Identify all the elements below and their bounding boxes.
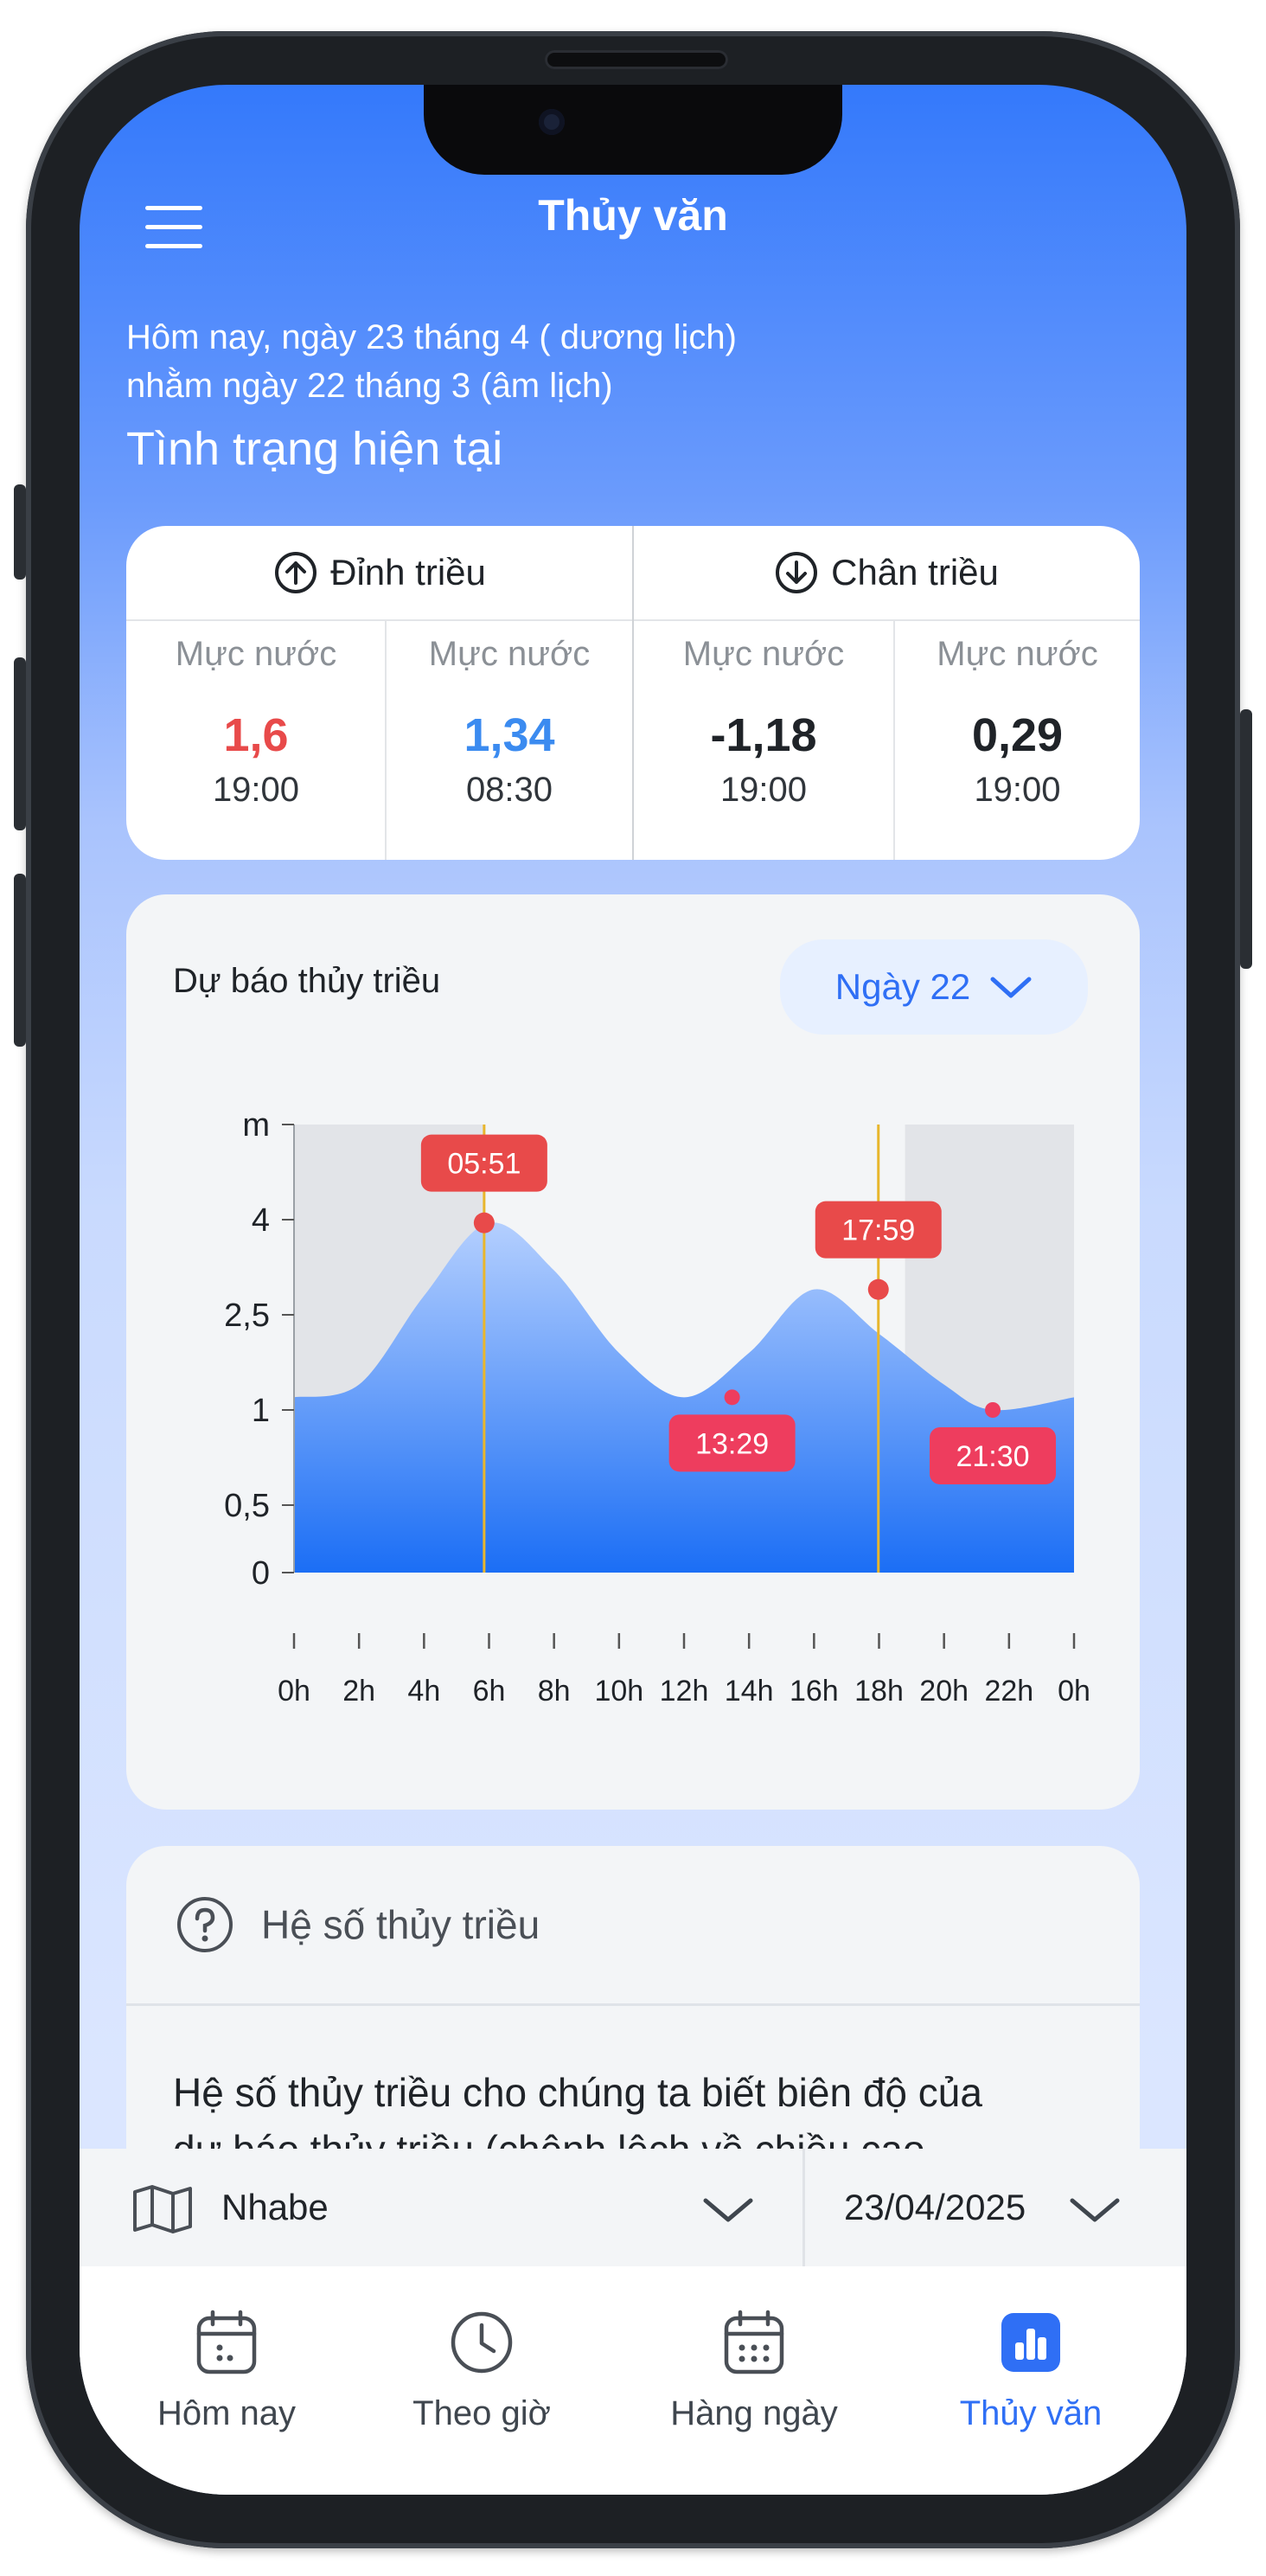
marker-dot (473, 1212, 495, 1234)
bottom-tab-bar: Hôm nay Theo giờ Hàng ngày Thủy văn (80, 2266, 1186, 2495)
bar-chart-icon (1001, 2313, 1060, 2372)
divider (802, 2149, 805, 2266)
tab-hydrology[interactable]: Thủy văn (901, 2310, 1160, 2433)
water-level-label: Mực nước (937, 635, 1098, 673)
tide-cell: Mực nước 1,6 19:00 (126, 621, 386, 860)
marker-label: 17:59 (841, 1214, 915, 1247)
x-tick-label: 12h (660, 1675, 709, 1708)
arrow-down-circle-icon (776, 552, 818, 593)
tab-label: Hôm nay (157, 2394, 297, 2432)
x-tick-label: 2h (342, 1675, 375, 1708)
tab-label: Theo giờ (412, 2394, 551, 2432)
x-tick-label: 16h (790, 1675, 839, 1708)
tide-time: 19:00 (212, 771, 300, 809)
low-tide-label: Chân triều (831, 552, 999, 593)
water-level-label: Mực nước (175, 635, 337, 673)
selected-date: 23/04/2025 (844, 2187, 1026, 2227)
coefficient-title: Hệ số thủy triều (261, 1902, 540, 1947)
marker-label: 21:30 (956, 1440, 1029, 1473)
menu-icon[interactable] (145, 206, 202, 263)
tide-cell: Mực nước 0,29 19:00 (895, 621, 1140, 860)
x-tick-label: 20h (919, 1675, 969, 1708)
help-circle-icon[interactable] (175, 1894, 235, 1955)
map-icon (133, 2185, 192, 2233)
marker-dot (867, 1278, 889, 1300)
water-level-value: -1,18 (710, 709, 817, 761)
calendar-icon (196, 2310, 257, 2374)
water-level-label: Mực nước (682, 635, 845, 673)
location-date-bar: Nhabe 23/04/2025 (80, 2149, 1186, 2266)
tide-chart: m 4 2,5 1 0,5 0 0h 2h 4h 6h 8h 10h 12h 14h 16h 18h 20h 22… (224, 1107, 1090, 1708)
water-level-value: 1,34 (464, 709, 555, 761)
x-tick-label: 10h (594, 1675, 643, 1708)
tide-time: 19:00 (719, 771, 808, 809)
tab-label: Hàng ngày (670, 2394, 838, 2432)
low-tide-header: Chân triều (633, 526, 1140, 619)
solar-date: Hôm nay, ngày 23 tháng 4 ( dương lịch) (126, 318, 737, 356)
lunar-date: nhằm ngày 22 tháng 3 (âm lịch) (126, 367, 613, 405)
x-tick-label: 6h (473, 1675, 506, 1708)
y-tick-label: 0,5 (224, 1488, 270, 1524)
x-tick-label: 4h (407, 1675, 440, 1708)
coefficient-text-line: Hệ số thủy triều cho chúng ta biết biên … (173, 2070, 982, 2115)
mute-switch (14, 484, 26, 580)
tide-time: 19:00 (974, 771, 1061, 809)
high-tide-label: Đỉnh triều (330, 552, 486, 593)
x-tick-label: 14h (725, 1675, 774, 1708)
high-tide-header: Đỉnh triều (126, 526, 633, 619)
divider (126, 2003, 1140, 2006)
y-tick-label: 2,5 (224, 1298, 270, 1334)
x-tick-label: 22h (984, 1675, 1033, 1708)
tab-daily[interactable]: Hàng ngày (616, 2310, 892, 2433)
x-tick-label: 18h (854, 1675, 904, 1708)
tide-forecast-panel: Dự báo thủy triều Ngày 22 m 4 2,5 1 0,5 0 0h 2h… (126, 894, 1140, 1810)
tab-label: Thủy văn (959, 2394, 1103, 2432)
y-tick-label: 0 (252, 1555, 270, 1592)
y-tick-label: 4 (252, 1202, 270, 1239)
water-level-label: Mực nước (428, 635, 591, 673)
chevron-down-icon (703, 2198, 753, 2222)
clock-icon (451, 2311, 513, 2374)
tab-today[interactable]: Hôm nay (97, 2310, 356, 2433)
front-camera (539, 109, 565, 135)
volume-up-button (14, 657, 26, 830)
page-title: Thủy văn (538, 191, 728, 240)
tide-status-card: Đỉnh triều Chân triều Mực nước 1,6 19:00… (126, 526, 1140, 860)
status-title: Tình trạng hiện tại (126, 423, 503, 475)
x-tick-label: 0h (278, 1675, 310, 1708)
marker-label: 05:51 (447, 1148, 521, 1181)
water-level-value: 1,6 (223, 709, 289, 761)
y-tick-label: 1 (252, 1393, 270, 1429)
tide-cell: Mực nước 1,34 08:30 (386, 621, 633, 860)
marker-dot (724, 1389, 740, 1406)
volume-down-button (14, 874, 26, 1047)
tab-hourly[interactable]: Theo giờ (356, 2310, 607, 2433)
marker-dot (985, 1402, 1001, 1418)
power-button (1240, 709, 1252, 969)
chevron-down-icon (1070, 2198, 1120, 2222)
location-name: Nhabe (221, 2187, 329, 2227)
screen: Thủy văn Hôm nay, ngày 23 tháng 4 ( dươn… (80, 85, 1186, 2495)
tide-time: 08:30 (465, 771, 553, 809)
x-tick-label: 0h (1058, 1675, 1090, 1708)
date-select[interactable]: 23/04/2025 (806, 2149, 1186, 2266)
marker-label: 13:29 (695, 1427, 769, 1460)
water-level-value: 0,29 (971, 709, 1064, 761)
arrow-up-circle-icon (275, 552, 317, 593)
location-select[interactable]: Nhabe (80, 2149, 797, 2266)
camera-notch (424, 85, 842, 175)
calendar-grid-icon (724, 2310, 784, 2374)
x-tick-label: 8h (538, 1675, 571, 1708)
speaker-grille (545, 50, 728, 69)
tide-cell: Mực nước -1,18 19:00 (634, 621, 893, 860)
y-tick-label: m (242, 1107, 270, 1144)
